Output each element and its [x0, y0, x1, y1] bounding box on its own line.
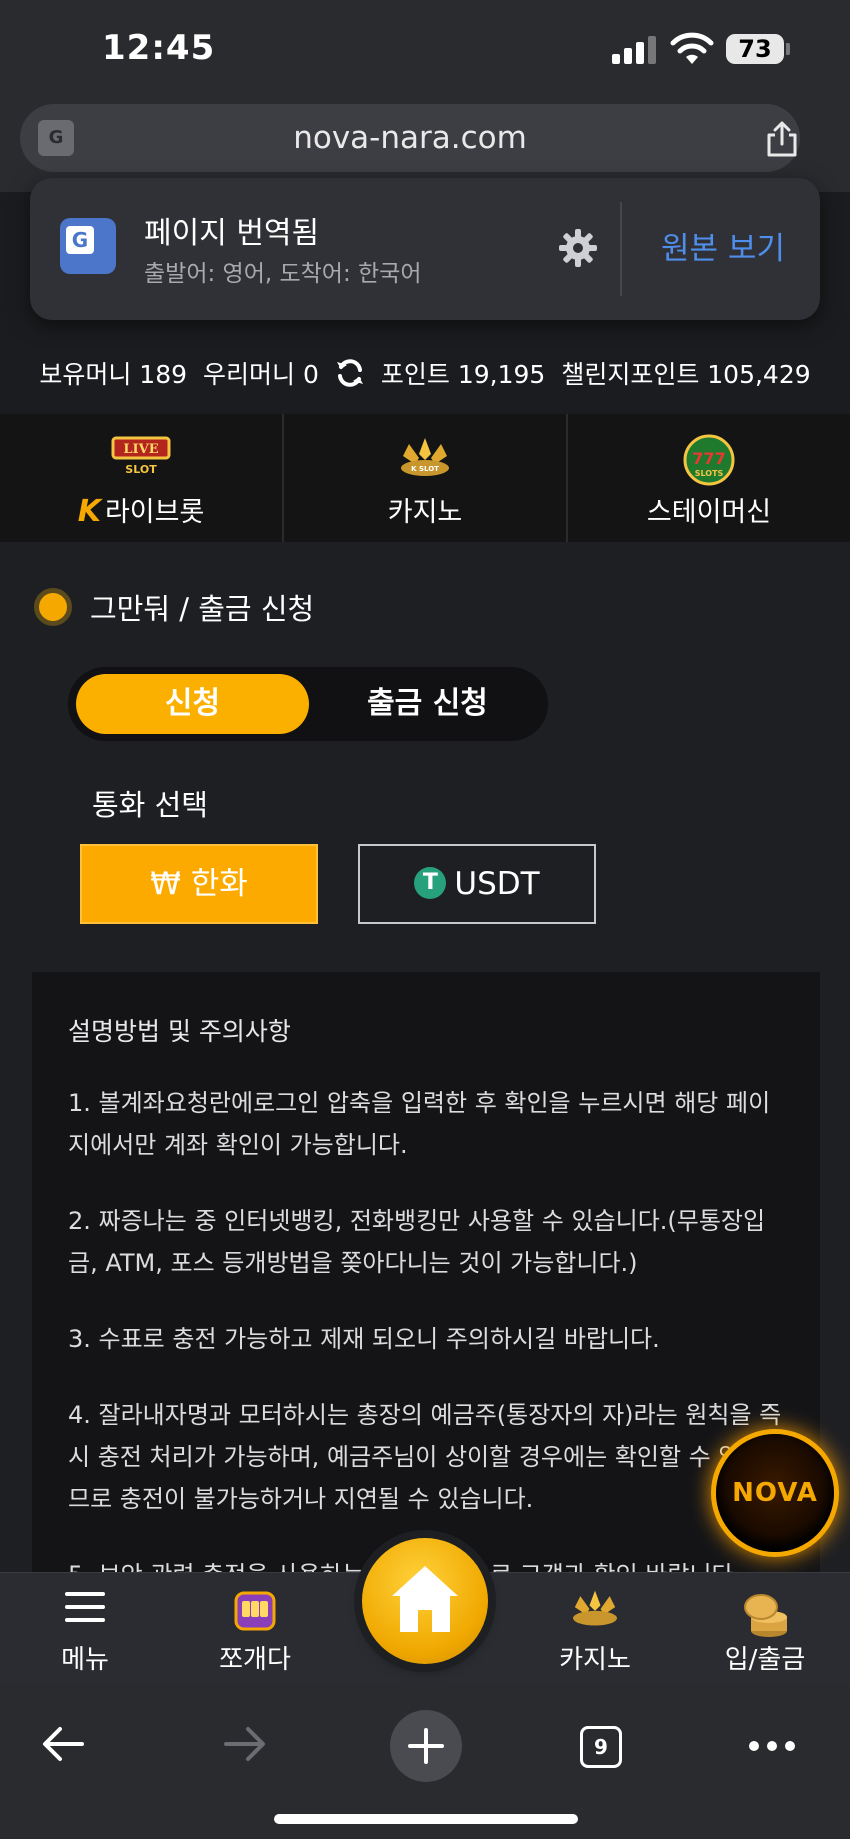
refresh-icon[interactable] [335, 358, 365, 388]
tabs-count-button[interactable]: 9 [580, 1726, 622, 1768]
title-dot-icon [34, 588, 72, 626]
page-title: 그만둬 / 출금 신청 [34, 586, 314, 628]
tether-icon: T [414, 867, 447, 899]
svg-text:SLOT: SLOT [125, 463, 157, 476]
svg-text:777: 777 [692, 449, 725, 468]
k-slot-icon [573, 1590, 617, 1626]
nav-slots[interactable]: 쪼개다 [180, 1573, 330, 1685]
notice-box: 설명방법 및 주의사항 1. 볼계좌요청란에로그인 압축을 입력한 후 확인을 … [32, 972, 820, 1592]
nova-floating-button[interactable]: NOVA [716, 1434, 834, 1552]
nav-label: 쪼개다 [219, 1645, 291, 1675]
home-indicator [274, 1814, 578, 1824]
svg-text:K SLOT: K SLOT [411, 465, 439, 473]
777-slots-icon: 777 SLOTS [683, 434, 735, 486]
notice-item: 1. 볼계좌요청란에로그인 압축을 입력한 후 확인을 누르시면 해당 페이지에… [68, 1089, 771, 1159]
slot-machine-icon [234, 1591, 276, 1631]
nav-cashier[interactable]: 입/출금 [690, 1573, 840, 1685]
home-button[interactable] [362, 1538, 488, 1664]
nav-label: 메뉴 [61, 1645, 109, 1675]
live-slot-icon: LIVE SLOT [111, 436, 171, 476]
currency-krw-button[interactable]: ₩ 한화 [80, 844, 318, 924]
category-label: K 라이브롯 [77, 494, 205, 529]
show-original-button[interactable]: 원본 보기 [626, 178, 820, 320]
forward-arrow-icon[interactable] [222, 1724, 268, 1764]
k-logo-icon: K [77, 494, 101, 529]
category-label: 카지노 [387, 497, 463, 528]
nav-menu[interactable]: 메뉴 [10, 1573, 160, 1685]
tab-withdraw-request[interactable]: 출금 신청 [315, 674, 540, 734]
category-label: 스테이머신 [646, 497, 772, 528]
nav-label: 입/출금 [724, 1645, 806, 1675]
points: 포인트 19,195 [380, 360, 546, 389]
translation-languages: 출발어: 영어, 도착어: 한국어 [144, 261, 422, 287]
svg-text:LIVE: LIVE [123, 442, 158, 457]
status-bar: 12:45 73 [0, 0, 850, 100]
main-content: 그만둬 / 출금 신청 신청 출금 신청 통화 선택 ₩ 한화 T USDT 설명… [0, 542, 850, 1592]
notice-item: 2. 짜증나는 중 인터넷뱅킹, 전화뱅킹만 사용할 수 있습니다.(무통장입금… [68, 1207, 766, 1277]
tab-request[interactable]: 신청 [76, 674, 309, 734]
category-tab-live-slot[interactable]: LIVE SLOT K 라이브롯 [0, 414, 282, 542]
more-options-icon[interactable] [748, 1740, 796, 1752]
share-icon[interactable] [764, 120, 800, 158]
notice-title: 설명방법 및 주의사항 [68, 1017, 291, 1046]
battery-indicator: 73 [726, 34, 784, 64]
currency-select-label: 통화 선택 [92, 788, 208, 822]
translation-title: 페이지 번역됨 [144, 216, 320, 251]
battery-tip [786, 43, 790, 55]
gear-icon[interactable] [558, 228, 598, 268]
category-tab-slot-machine[interactable]: 777 SLOTS 스테이머신 [568, 414, 850, 542]
our-money: 우리머니 0 [203, 360, 319, 389]
request-type-toggle: 신청 출금 신청 [68, 667, 548, 741]
k-slot-icon: K SLOT [401, 438, 449, 476]
notice-item: 4. 잘라내자명과 모터하시는 총장의 예금주(통장자의 자)라는 원칙을 즉시… [68, 1401, 782, 1513]
notice-item: 3. 수표로 충전 가능하고 제재 되오니 주의하시길 바랍니다. [68, 1325, 660, 1353]
hamburger-menu-icon [65, 1592, 105, 1622]
back-arrow-icon[interactable] [40, 1724, 86, 1764]
clock: 12:45 [102, 28, 216, 68]
category-tab-casino[interactable]: K SLOT 카지노 [284, 414, 566, 542]
category-tabs: LIVE SLOT K 라이브롯 K SLOT 카지노 777 SLOTS 스테이… [0, 414, 850, 542]
nav-label: 카지노 [559, 1645, 631, 1675]
svg-text:SLOTS: SLOTS [695, 469, 724, 478]
held-money: 보유머니 189 [39, 360, 188, 389]
home-icon [392, 1566, 458, 1632]
coins-icon [744, 1594, 787, 1637]
currency-usdt-button[interactable]: T USDT [358, 844, 596, 924]
balance-row: 보유머니 189 우리머니 0 포인트 19,195 챌린지포인트 105,42… [0, 350, 850, 396]
wifi-icon [670, 32, 714, 64]
cellular-signal-icon [612, 36, 658, 64]
nav-casino[interactable]: 카지노 [520, 1573, 670, 1685]
plus-icon[interactable] [390, 1710, 462, 1782]
page-title-text: 그만둬 / 출금 신청 [90, 592, 315, 626]
translation-banner: 페이지 번역됨 출발어: 영어, 도착어: 한국어 원본 보기 [30, 178, 820, 320]
banner-divider [620, 202, 622, 296]
address-bar[interactable]: G nova-nara.com [20, 104, 800, 172]
google-translate-icon [60, 218, 116, 274]
challenge-points: 챌린지포인트 105,429 [561, 360, 811, 389]
url-text[interactable]: nova-nara.com [20, 104, 800, 172]
